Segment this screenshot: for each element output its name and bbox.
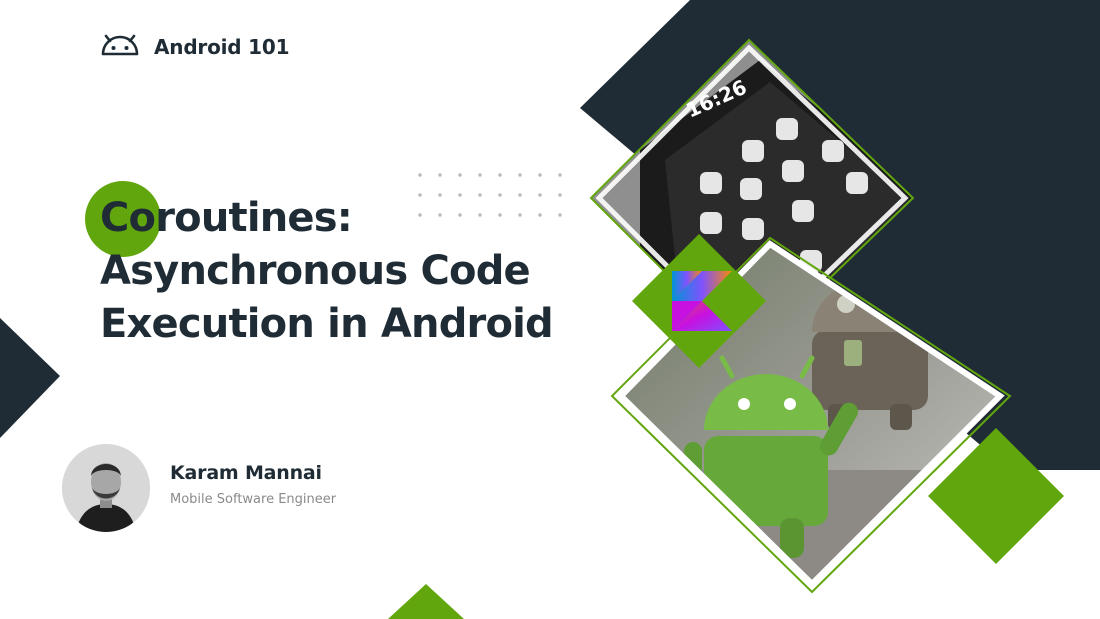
title-line-3: Execution in Android [100, 301, 554, 347]
author-role: Mobile Software Engineer [170, 492, 337, 507]
green-bottom-triangle [388, 584, 464, 619]
title-line-2: Asynchronous Code [100, 248, 531, 294]
navy-left-diamond [0, 318, 60, 438]
author-name: Karam Mannai [170, 462, 322, 484]
brand-name: Android 101 [154, 35, 290, 59]
grey-robot-body [812, 330, 928, 410]
brand-header: Android 101 [100, 34, 290, 60]
author-avatar [62, 444, 150, 532]
title-line-1: Coroutines: [100, 195, 353, 241]
cover-banner: 16:26 Android 101 Coroutines: Asynchrono… [0, 0, 1100, 619]
android-head-icon [100, 34, 140, 60]
article-title: Coroutines: Asynchronous Code Execution … [100, 192, 554, 351]
green-robot-body [704, 436, 828, 526]
